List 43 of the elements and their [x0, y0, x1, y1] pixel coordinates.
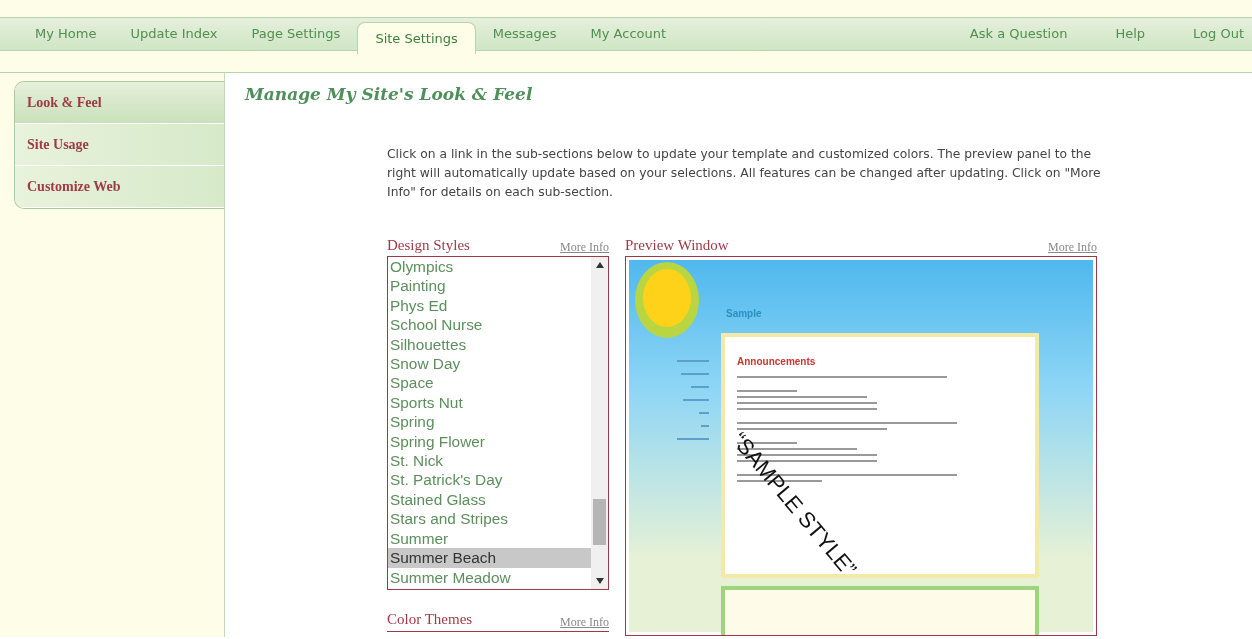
more-info-link[interactable]: More Info: [560, 238, 609, 256]
list-option[interactable]: Sports Nut: [388, 392, 591, 413]
list-option[interactable]: Summer: [388, 528, 591, 549]
list-option[interactable]: St. Patrick's Day: [388, 470, 591, 490]
sidebar-item[interactable]: Look & Feel: [15, 82, 224, 124]
list-option[interactable]: Spring Flower: [388, 431, 591, 452]
page-title: Manage My Site's Look & Feel: [245, 83, 534, 106]
nav-link[interactable]: Ask a Question: [969, 24, 1068, 44]
sidebar-item[interactable]: Customize Web: [15, 166, 224, 208]
preview-heading: Announcements: [737, 355, 816, 369]
more-info-link[interactable]: More Info: [560, 612, 609, 631]
list-option[interactable]: Phys Ed: [388, 295, 591, 316]
section-heading: Design Styles: [387, 235, 470, 255]
more-info-link[interactable]: More Info: [1048, 238, 1097, 256]
nav-link[interactable]: Log Out: [1193, 24, 1244, 44]
preview-site-title: Sample: [726, 307, 762, 321]
design-styles-listbox[interactable]: Olympics Painting Phys Ed School Nurse Silhouettes Snow Day Space Sports Nut Spring Spring Flower St. Nick St. Patrick's Day Stained Glass Stars and Stripes Summer Summer Beach Summer Meadow: [387, 256, 609, 590]
list-option[interactable]: Silhouettes: [388, 334, 591, 355]
nav-tab[interactable]: My Account: [573, 18, 684, 50]
sidebar-item[interactable]: Site Usage: [15, 124, 224, 166]
list-option[interactable]: St. Nick: [388, 451, 591, 471]
section-heading: Color Themes: [387, 610, 473, 629]
nav-tab[interactable]: Update Index: [113, 18, 235, 50]
nav-tab[interactable]: Page Settings: [234, 18, 358, 50]
list-option[interactable]: Summer Meadow: [388, 567, 591, 587]
nav-tab[interactable]: Site Settings: [357, 22, 476, 54]
list-option[interactable]: Spring: [388, 412, 591, 432]
list-option[interactable]: Stained Glass: [388, 489, 591, 510]
nav-tab[interactable]: Messages: [475, 18, 574, 50]
scroll-up-icon[interactable]: [595, 262, 604, 268]
list-option[interactable]: Stars and Stripes: [388, 509, 591, 529]
scroll-down-icon[interactable]: [595, 578, 604, 584]
scrollbar-thumb[interactable]: [593, 499, 606, 545]
list-option[interactable]: Snow Day: [388, 354, 591, 374]
nav-link[interactable]: Help: [1115, 24, 1146, 44]
nav-tab[interactable]: My Home: [18, 18, 114, 50]
list-option[interactable]: Painting: [388, 276, 591, 296]
list-option[interactable]: Space: [388, 373, 591, 393]
intro-paragraph: Click on a link in the sub-sections below to update your template and customized colors. The preview panel to the right will automatically update based on your selections. All features can be changed after updating. Click on "More Info" for details on each sub-section.: [387, 145, 1102, 201]
section-heading: Preview Window: [625, 235, 729, 255]
list-option[interactable]: Summer Beach: [388, 548, 591, 568]
list-option[interactable]: Olympics: [388, 257, 591, 277]
list-option[interactable]: School Nurse: [388, 315, 591, 335]
